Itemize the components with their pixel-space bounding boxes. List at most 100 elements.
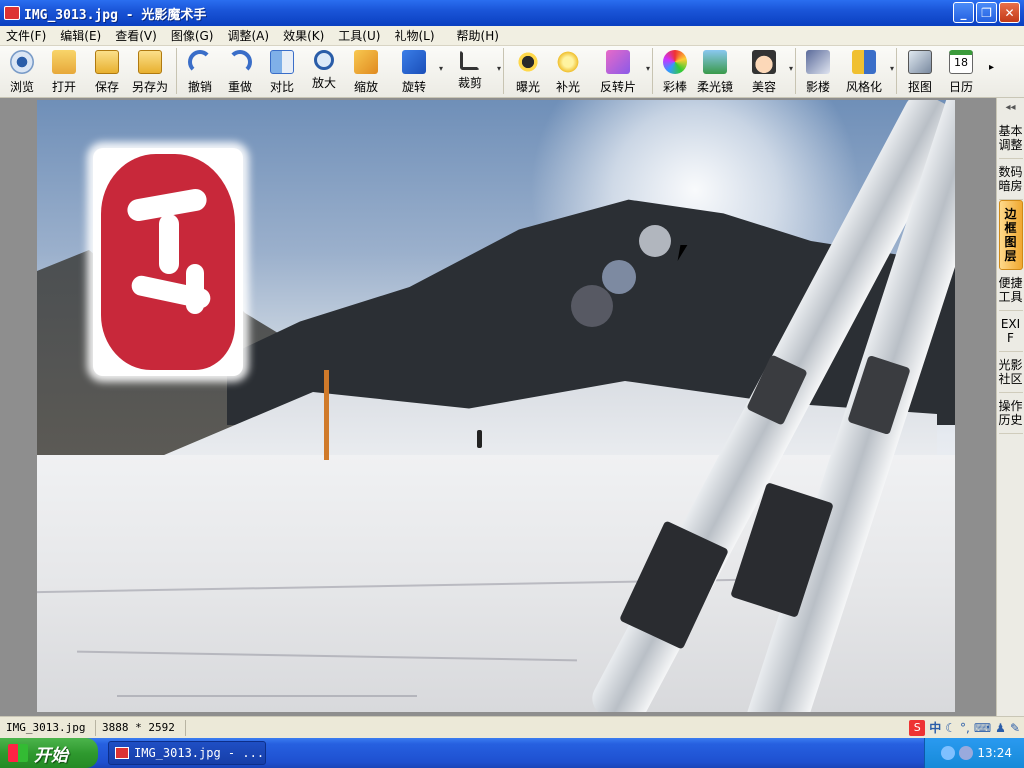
rotate-button[interactable]: 旋转 ▾ <box>387 46 443 96</box>
app-icon <box>115 747 129 759</box>
compare-button[interactable]: 对比 <box>261 46 303 96</box>
menu-file[interactable]: 文件(F) <box>0 27 54 44</box>
save-as-button[interactable]: 另存为 <box>128 46 172 96</box>
color-pen-icon <box>663 50 687 74</box>
ime-mode[interactable]: 中 <box>929 719 941 736</box>
status-bar: IMG_3013.jpg 3888 * 2592 S 中 ☾ °, ⌨ ♟ ✎ <box>0 716 1024 738</box>
clock[interactable]: 13:24 <box>977 746 1012 760</box>
tab-quick-tools[interactable]: 便捷工具 <box>998 270 1023 311</box>
tab-digital-darkroom[interactable]: 数码暗房 <box>998 159 1023 200</box>
save-as-icon <box>138 50 162 74</box>
moon-icon[interactable]: ☾ <box>945 721 956 735</box>
resize-icon <box>354 50 378 74</box>
color-pen-button[interactable]: 彩棒 <box>657 46 693 96</box>
toolbar-overflow-icon[interactable]: ▸ <box>989 46 994 73</box>
menu-bar: 文件(F) 编辑(E) 查看(V) 图像(G) 调整(A) 效果(K) 工具(U… <box>0 26 1024 46</box>
save-icon <box>95 50 119 74</box>
taskbar-item-app[interactable]: IMG_3013.jpg - ... <box>108 741 266 765</box>
beauty-button[interactable]: 美容 ▾ <box>737 46 793 96</box>
soft-lens-button[interactable]: 柔光镜 <box>693 46 737 96</box>
zoom-in-button[interactable]: 放大 <box>303 46 345 96</box>
stylize-icon <box>852 50 876 74</box>
menu-edit[interactable]: 编辑(E) <box>54 27 109 44</box>
redo-button[interactable]: 重做 <box>219 46 261 96</box>
shadow-button[interactable]: 影楼 <box>800 46 836 96</box>
invert-film-button[interactable]: 反转片 ▾ <box>588 46 650 96</box>
crop-icon <box>460 50 480 70</box>
status-dimensions: 3888 * 2592 <box>96 719 186 736</box>
minimize-button[interactable]: _ <box>953 2 974 23</box>
taskbar: 开始 IMG_3013.jpg - ... 13:24 <box>0 738 1024 768</box>
user-icon[interactable]: ♟ <box>995 721 1006 735</box>
title-bar: IMG_3013.jpg - 光影魔术手 _ ❐ ✕ <box>0 0 1024 26</box>
crop-button[interactable]: 裁剪 ▾ <box>441 46 501 96</box>
tab-history[interactable]: 操作历史 <box>998 393 1023 434</box>
network-icon[interactable] <box>941 746 956 760</box>
volume-icon[interactable] <box>959 746 974 760</box>
punctuation-icon[interactable]: °, <box>960 721 970 735</box>
crop-dropdown-icon[interactable]: ▾ <box>497 64 501 73</box>
menu-gifts[interactable]: 礼物(L) <box>388 27 442 44</box>
tab-border-layer[interactable]: 边框图层 <box>998 200 1023 270</box>
window-controls: _ ❐ ✕ <box>953 2 1020 23</box>
eye-icon <box>10 50 34 74</box>
seal-emblem <box>101 154 235 370</box>
calendar-button[interactable]: 18 日历 <box>939 46 983 96</box>
wrench-icon[interactable]: ✎ <box>1010 721 1020 735</box>
restore-button[interactable]: ❐ <box>976 2 997 23</box>
skis <box>577 100 955 712</box>
calendar-icon: 18 <box>949 50 973 74</box>
windows-flag-icon <box>8 744 28 762</box>
sogou-logo-icon[interactable]: S <box>909 719 926 736</box>
status-filename: IMG_3013.jpg <box>0 719 96 736</box>
olympic-seal-logo <box>93 148 243 376</box>
folder-icon <box>52 50 76 74</box>
toolbar-separator <box>503 48 504 94</box>
exposure-icon <box>516 50 540 74</box>
ime-toolbar: S 中 ☾ °, ⌨ ♟ ✎ <box>909 719 1020 736</box>
rotate-icon <box>402 50 426 74</box>
beauty-dropdown-icon[interactable]: ▾ <box>789 64 793 73</box>
ski-track <box>77 650 577 662</box>
photo-canvas[interactable] <box>37 100 955 712</box>
browse-button[interactable]: 浏览 <box>2 46 42 96</box>
tab-basic-adjust[interactable]: 基本调整 <box>998 118 1023 159</box>
keyboard-icon[interactable]: ⌨ <box>974 721 991 735</box>
menu-effects[interactable]: 效果(K) <box>277 27 332 44</box>
toolbar-separator <box>652 48 653 94</box>
canvas-area[interactable] <box>0 98 996 716</box>
tab-exif[interactable]: EXIF <box>998 311 1023 352</box>
app-icon <box>4 6 20 20</box>
panel-collapse-button[interactable]: ◂◂ <box>997 98 1024 118</box>
skier-figure <box>477 430 482 448</box>
soft-lens-icon <box>703 50 727 74</box>
undo-button[interactable]: 撤销 <box>181 46 219 96</box>
system-tray: 13:24 <box>924 738 1024 768</box>
stylize-button[interactable]: 风格化 ▾ <box>836 46 894 96</box>
save-button[interactable]: 保存 <box>86 46 128 96</box>
invert-dropdown-icon[interactable]: ▾ <box>646 64 650 73</box>
cutout-button[interactable]: 抠图 <box>901 46 939 96</box>
undo-icon <box>188 50 212 74</box>
close-button[interactable]: ✕ <box>999 2 1020 23</box>
exposure-button[interactable]: 曝光 <box>508 46 548 96</box>
fill-light-button[interactable]: 补光 <box>548 46 588 96</box>
toolbar: 浏览 打开 保存 另存为 撤销 重做 对比 放大 缩放 旋转 ▾ 裁剪 ▾ 曝光… <box>0 46 1024 98</box>
stylize-dropdown-icon[interactable]: ▾ <box>890 64 894 73</box>
bulb-icon <box>556 50 580 74</box>
start-button[interactable]: 开始 <box>0 738 98 768</box>
tab-community[interactable]: 光影社区 <box>998 352 1023 393</box>
menu-image[interactable]: 图像(G) <box>165 27 222 44</box>
resize-button[interactable]: 缩放 <box>345 46 387 96</box>
compare-icon <box>270 50 294 74</box>
cutout-icon <box>908 50 932 74</box>
menu-view[interactable]: 查看(V) <box>109 27 165 44</box>
menu-tools[interactable]: 工具(U) <box>332 27 388 44</box>
menu-adjust[interactable]: 调整(A) <box>221 27 277 44</box>
side-panel: ◂◂ 基本调整 数码暗房 边框图层 便捷工具 EXIF 光影社区 操作历史 <box>996 98 1024 716</box>
face-icon <box>752 50 776 74</box>
magnifier-icon <box>314 50 334 70</box>
toolbar-separator <box>176 48 177 94</box>
open-button[interactable]: 打开 <box>42 46 86 96</box>
menu-help[interactable]: 帮助(H) <box>451 27 507 44</box>
